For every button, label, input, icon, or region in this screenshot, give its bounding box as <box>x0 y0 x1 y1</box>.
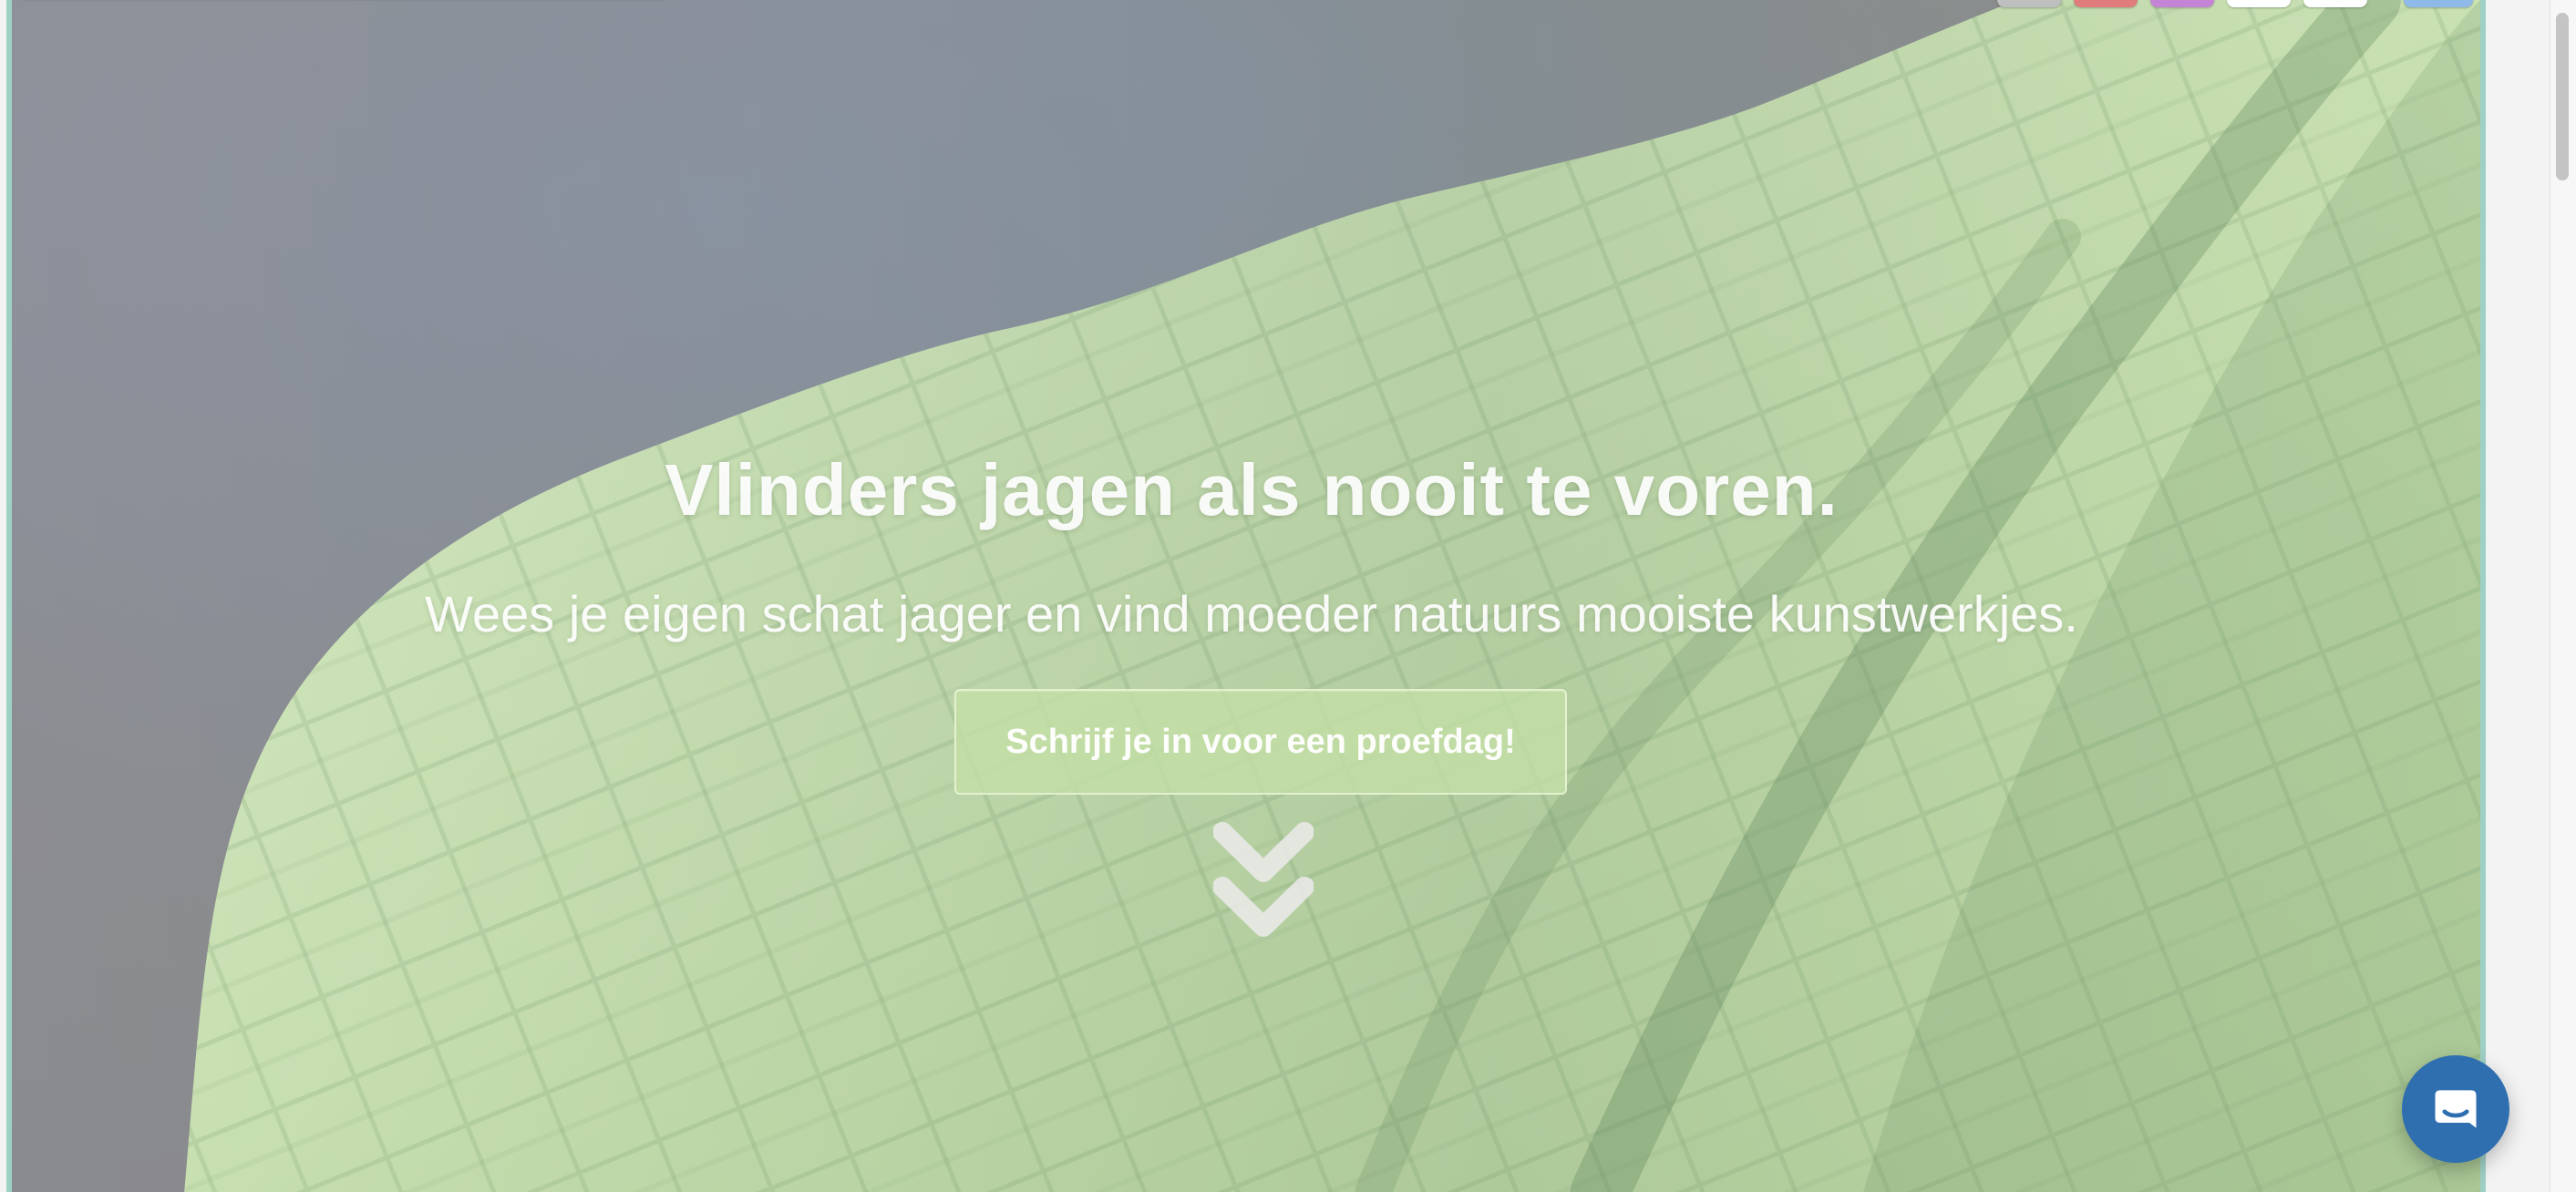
scroll-down-icon[interactable] <box>1212 816 1314 943</box>
top-header-shadow <box>23 0 670 2</box>
top-chip <box>2150 0 2214 7</box>
double-chevron-down-icon <box>1212 822 1314 937</box>
hero-subtitle: Wees je eigen schat jager en vind moeder… <box>425 585 2078 642</box>
top-chip <box>2074 0 2138 7</box>
hero-section: Vlinders jagen als nooit te voren. Wees … <box>6 0 2486 1192</box>
chat-bubble-icon <box>2435 1090 2477 1128</box>
top-chip <box>2404 0 2473 7</box>
top-chip <box>2303 0 2367 7</box>
trial-day-signup-button[interactable]: Schrijf je in voor een proefdag! <box>954 689 1567 795</box>
hero-title: Vlinders jagen als nooit te voren. <box>665 449 1839 530</box>
page-scrollbar[interactable] <box>2550 0 2576 1192</box>
top-chip <box>2227 0 2291 7</box>
top-chip <box>1997 0 2061 7</box>
chat-launcher-button[interactable] <box>2402 1055 2509 1163</box>
scrollbar-thumb[interactable] <box>2556 13 2569 180</box>
